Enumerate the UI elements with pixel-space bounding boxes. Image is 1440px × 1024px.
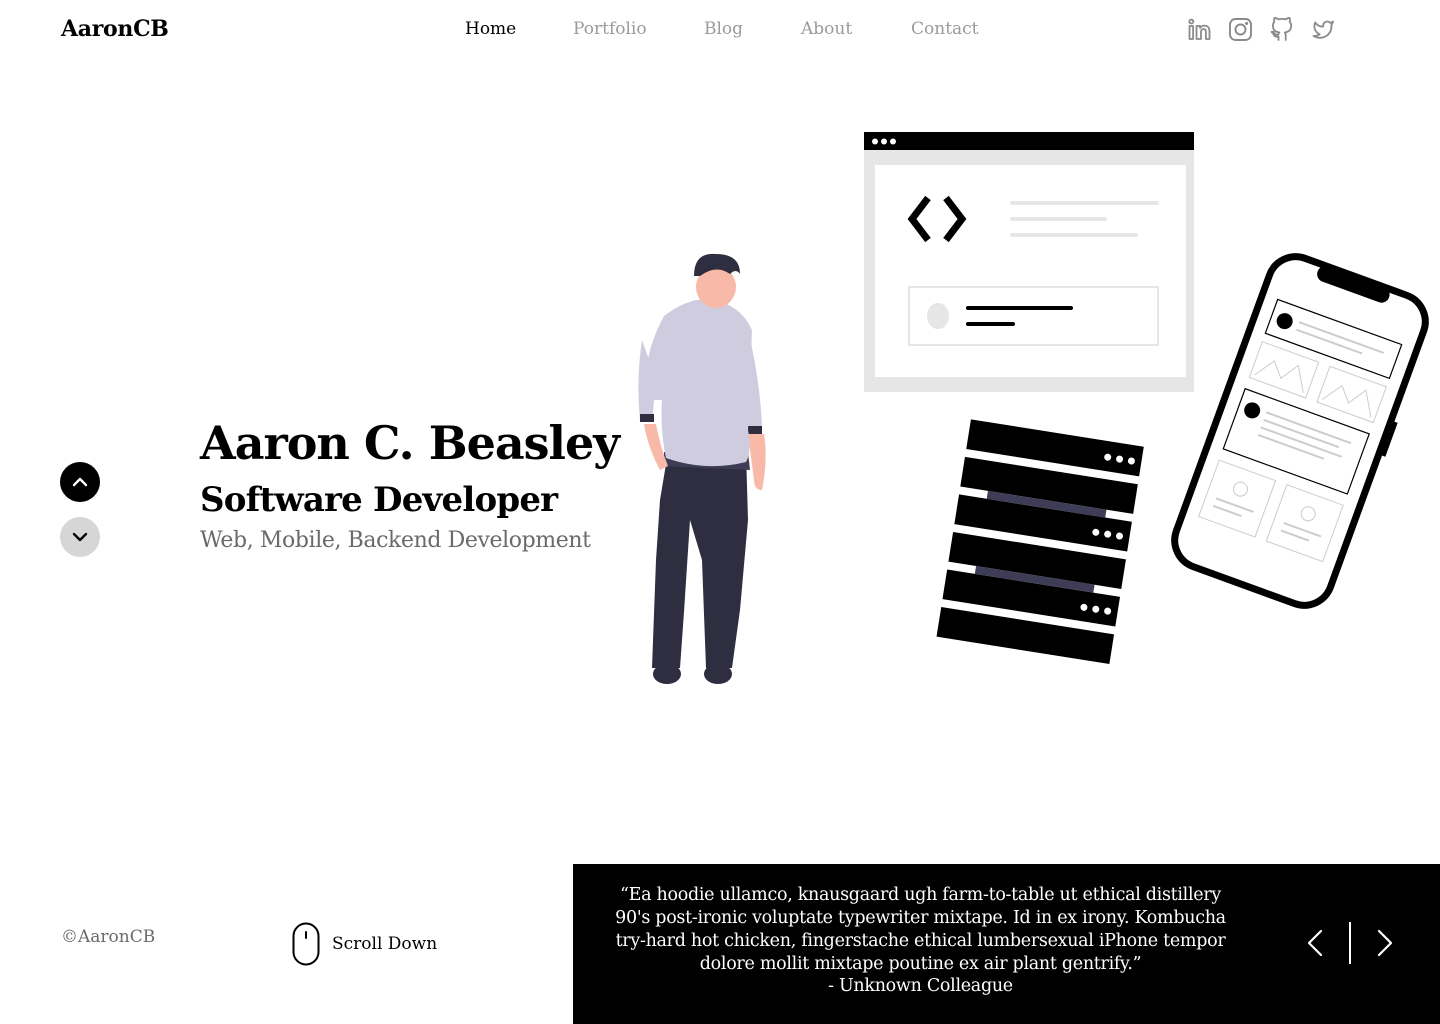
testimonial-slider: “Ea hoodie ullamco, knausgaard ugh farm-… xyxy=(573,864,1440,1024)
scroll-down-link[interactable]: Scroll Down xyxy=(292,922,437,966)
mouse-icon xyxy=(292,922,320,966)
server-illustration xyxy=(936,419,1144,665)
phone-illustration xyxy=(1171,253,1429,609)
quote-author: - Unknown Colleague xyxy=(828,976,1013,996)
slider-divider xyxy=(1349,922,1351,964)
quote-text: “Ea hoodie ullamco, knausgaard ugh farm-… xyxy=(615,885,1226,974)
chevron-right-icon[interactable] xyxy=(1371,928,1399,958)
chevron-left-icon[interactable] xyxy=(1301,928,1329,958)
copyright: ©AaronCB xyxy=(61,927,156,947)
scroll-down-label: Scroll Down xyxy=(332,934,438,954)
browser-illustration xyxy=(864,132,1194,392)
hero-illustration xyxy=(638,132,1429,684)
person-illustration xyxy=(638,253,766,684)
